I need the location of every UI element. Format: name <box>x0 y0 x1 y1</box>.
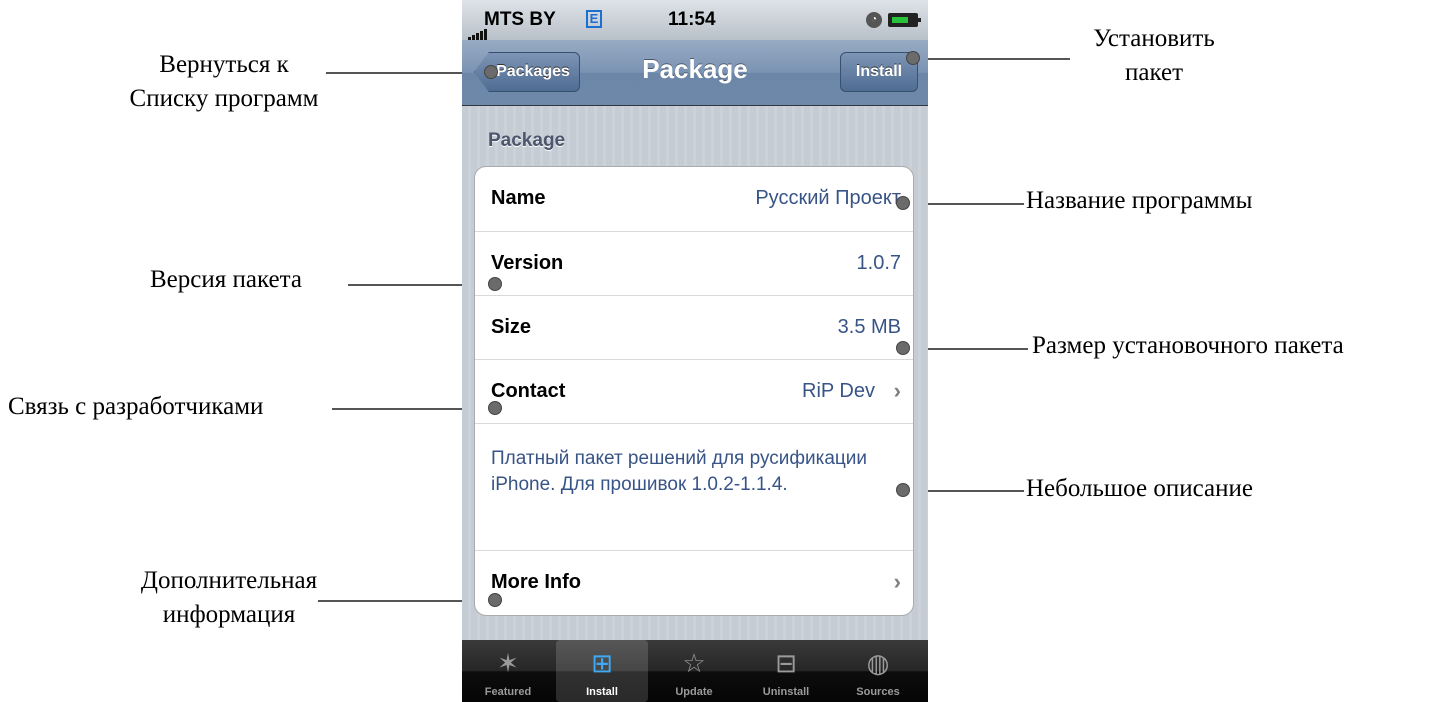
page-title: Package <box>642 54 748 84</box>
annotation-dot <box>906 51 920 65</box>
alarm-icon: ◔ <box>866 12 882 28</box>
description-text: Платный пакет решений для русификации iP… <box>491 448 868 495</box>
chevron-right-icon: › <box>893 569 901 594</box>
version-label: Version <box>491 252 564 274</box>
annotation-description: Небольшое описание <box>1026 475 1253 502</box>
package-details: Package Name Русский Проект Version 1.0.… <box>462 106 928 640</box>
install-icon: ⊞ <box>591 648 613 678</box>
annotation-more-info: Дополнительная информация <box>140 567 318 628</box>
description-row: Платный пакет решений для русификации iP… <box>475 424 913 551</box>
size-label: Size <box>491 316 532 338</box>
connector-line <box>912 58 1070 60</box>
phone-screen: MTS BY E 11:54 ◔ Packages Package Instal… <box>462 0 928 702</box>
tab-label: Sources <box>856 686 900 698</box>
tab-featured[interactable]: ✶ Featured <box>462 640 554 702</box>
tab-label: Featured <box>484 686 532 698</box>
status-time: 11:54 <box>668 9 716 30</box>
size-value: 3.5 MB <box>837 316 901 338</box>
update-icon: ☆ <box>682 648 706 678</box>
annotation-install: Установить пакет <box>1093 25 1215 86</box>
size-row: Size 3.5 MB <box>475 296 913 360</box>
status-bar: MTS BY E 11:54 ◔ <box>462 0 928 40</box>
version-row: Version 1.0.7 <box>475 232 913 296</box>
annotation-dot <box>488 593 502 607</box>
name-row: Name Русский Проект <box>475 167 913 232</box>
annotation-dot <box>488 277 502 291</box>
uninstall-icon: ⊟ <box>775 648 797 678</box>
name-value: Русский Проект <box>755 187 901 209</box>
tab-label: Install <box>586 686 618 698</box>
tab-bar: ✶ Featured ⊞ Install ☆ Update ⊟ Uninstal… <box>462 640 928 702</box>
annotation-version: Версия пакета <box>150 266 302 293</box>
tab-update[interactable]: ☆ Update <box>648 640 740 702</box>
tab-label: Uninstall <box>762 686 810 698</box>
chevron-right-icon: › <box>893 378 901 403</box>
annotation-dot <box>896 483 910 497</box>
tab-label: Update <box>675 686 713 698</box>
network-type-icon: E <box>586 10 602 28</box>
carrier-name: MTS BY <box>484 9 556 30</box>
annotation-back: Вернуться к Списку программ <box>129 51 319 112</box>
annotation-dot <box>896 341 910 355</box>
details-group: Name Русский Проект Version 1.0.7 Size 3… <box>474 166 914 616</box>
annotation-dot <box>896 196 910 210</box>
annotation-dot <box>488 401 502 415</box>
tab-sources[interactable]: ◍ Sources <box>832 640 924 702</box>
annotation-contact: Связь с разработчиками <box>8 393 264 420</box>
battery-icon <box>888 13 921 27</box>
version-value: 1.0.7 <box>856 252 901 274</box>
navigation-bar: Packages Package Install <box>462 40 928 106</box>
contact-row[interactable]: Contact RiP Dev › <box>475 360 913 424</box>
annotation-name: Название программы <box>1026 187 1253 214</box>
more-info-label: More Info <box>491 571 581 593</box>
globe-icon: ◍ <box>866 648 890 678</box>
more-info-row[interactable]: More Info › <box>475 551 913 615</box>
section-header: Package <box>488 130 566 151</box>
featured-icon: ✶ <box>497 648 519 678</box>
annotation-size: Размер установочного пакета <box>1032 332 1344 359</box>
contact-value: RiP Dev <box>802 380 875 402</box>
name-label: Name <box>491 187 546 209</box>
tab-uninstall[interactable]: ⊟ Uninstall <box>740 640 832 702</box>
contact-label: Contact <box>491 380 566 402</box>
tab-install[interactable]: ⊞ Install <box>556 640 648 702</box>
annotation-dot <box>484 65 498 79</box>
